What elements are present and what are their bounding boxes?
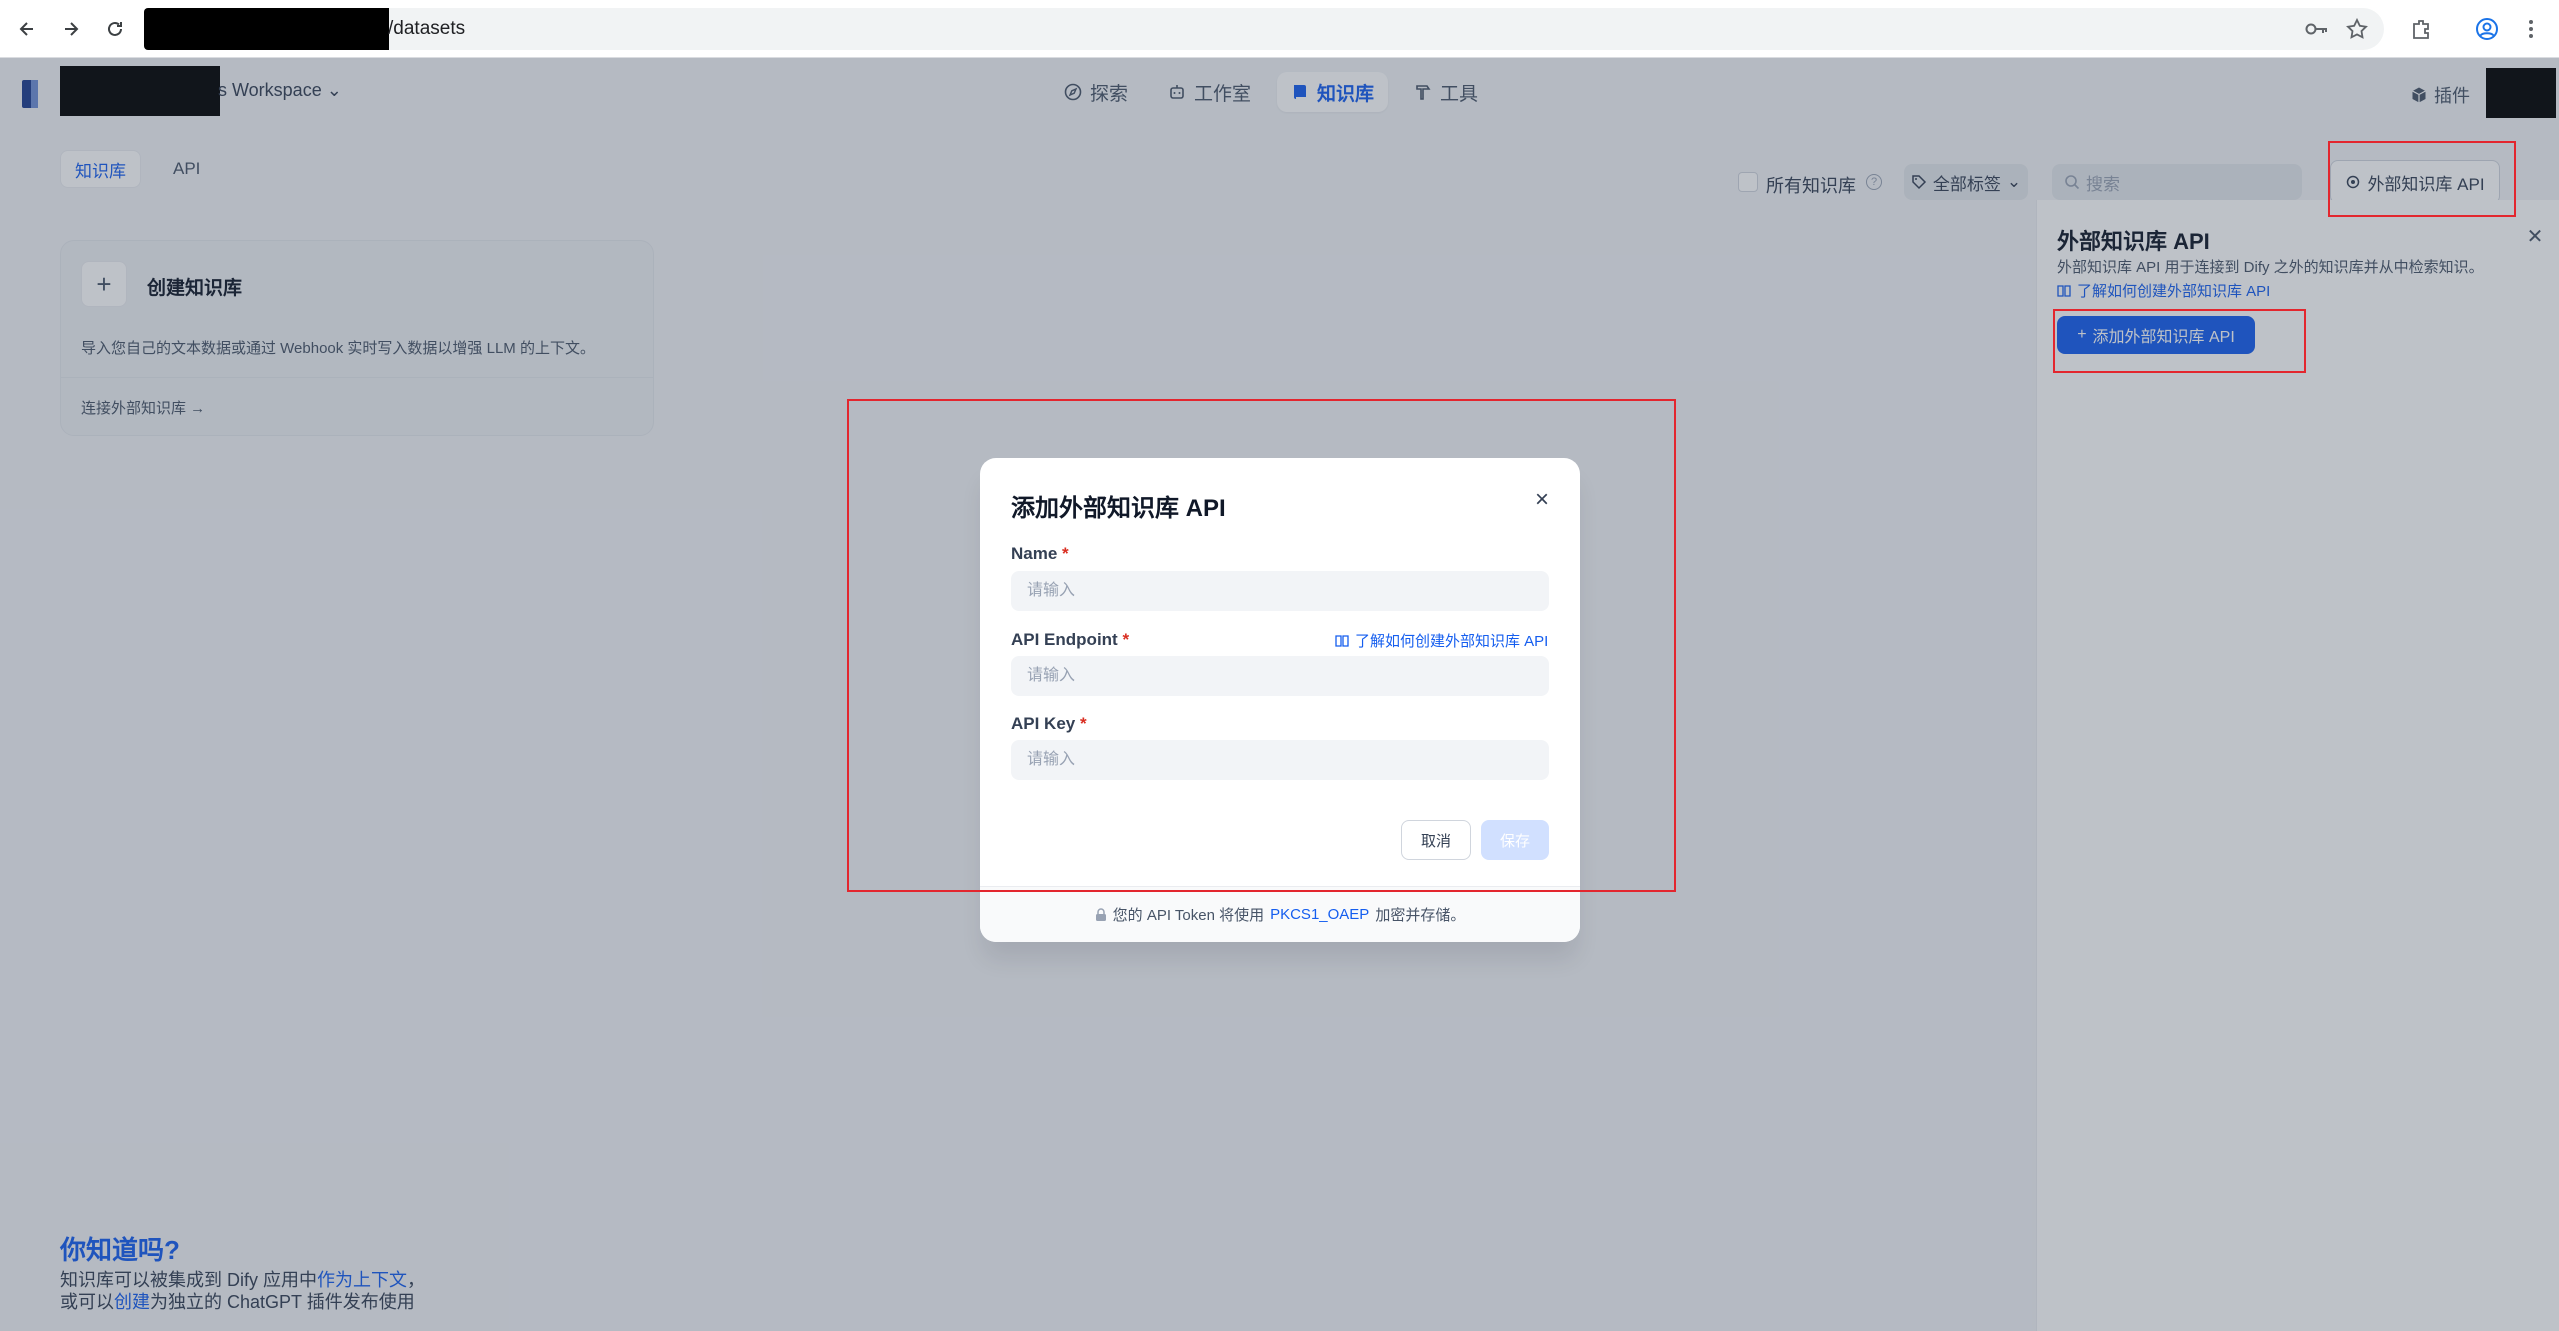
- book-open-icon: [1335, 634, 1349, 647]
- required-mark: *: [1079, 714, 1087, 733]
- address-bar[interactable]: /datasets: [144, 8, 2384, 50]
- api-endpoint-input[interactable]: [1011, 656, 1549, 696]
- redacted-url-host: [144, 8, 389, 50]
- field-label: API Endpoint: [1011, 630, 1118, 649]
- field-label: Name: [1011, 544, 1058, 563]
- password-key-icon[interactable]: [2302, 14, 2332, 44]
- add-external-api-modal: 添加外部知识库 API × Name * API Endpoint * 了解如何…: [980, 458, 1580, 942]
- profile-icon[interactable]: [2472, 14, 2502, 44]
- required-mark: *: [1122, 630, 1130, 649]
- url-path: /datasets: [388, 18, 466, 39]
- close-icon[interactable]: ×: [1528, 486, 1556, 514]
- modal-title: 添加外部知识库 API: [1011, 495, 1226, 522]
- pkcs-link[interactable]: PKCS1_OAEP: [1270, 906, 1369, 923]
- lock-icon: [1095, 907, 1106, 921]
- reload-icon[interactable]: [98, 12, 132, 46]
- footer-text: 加密并存储。: [1375, 907, 1466, 924]
- name-input[interactable]: [1011, 571, 1549, 611]
- forward-icon[interactable]: [54, 12, 88, 46]
- api-endpoint-label: API Endpoint *: [1011, 630, 1129, 650]
- learn-create-api-label: 了解如何创建外部知识库 API: [1355, 633, 1549, 650]
- bookmark-star-icon[interactable]: [2342, 14, 2372, 44]
- back-icon[interactable]: [10, 12, 44, 46]
- modal-footer: 您的 API Token 将使用 PKCS1_OAEP 加密并存储。: [980, 886, 1580, 942]
- learn-create-api-link[interactable]: 了解如何创建外部知识库 API: [1335, 630, 1548, 651]
- footer-text: 您的 API Token 将使用: [1112, 907, 1265, 924]
- name-label: Name *: [1011, 544, 1069, 564]
- cancel-button[interactable]: 取消: [1401, 820, 1471, 860]
- browser-toolbar: /datasets: [0, 0, 2559, 58]
- required-mark: *: [1062, 544, 1069, 563]
- api-key-input[interactable]: [1011, 740, 1549, 780]
- save-button[interactable]: 保存: [1481, 820, 1549, 860]
- api-key-label: API Key *: [1011, 714, 1087, 734]
- menu-dots-icon[interactable]: [2516, 14, 2546, 44]
- extensions-icon[interactable]: [2406, 14, 2436, 44]
- field-label: API Key: [1011, 714, 1076, 733]
